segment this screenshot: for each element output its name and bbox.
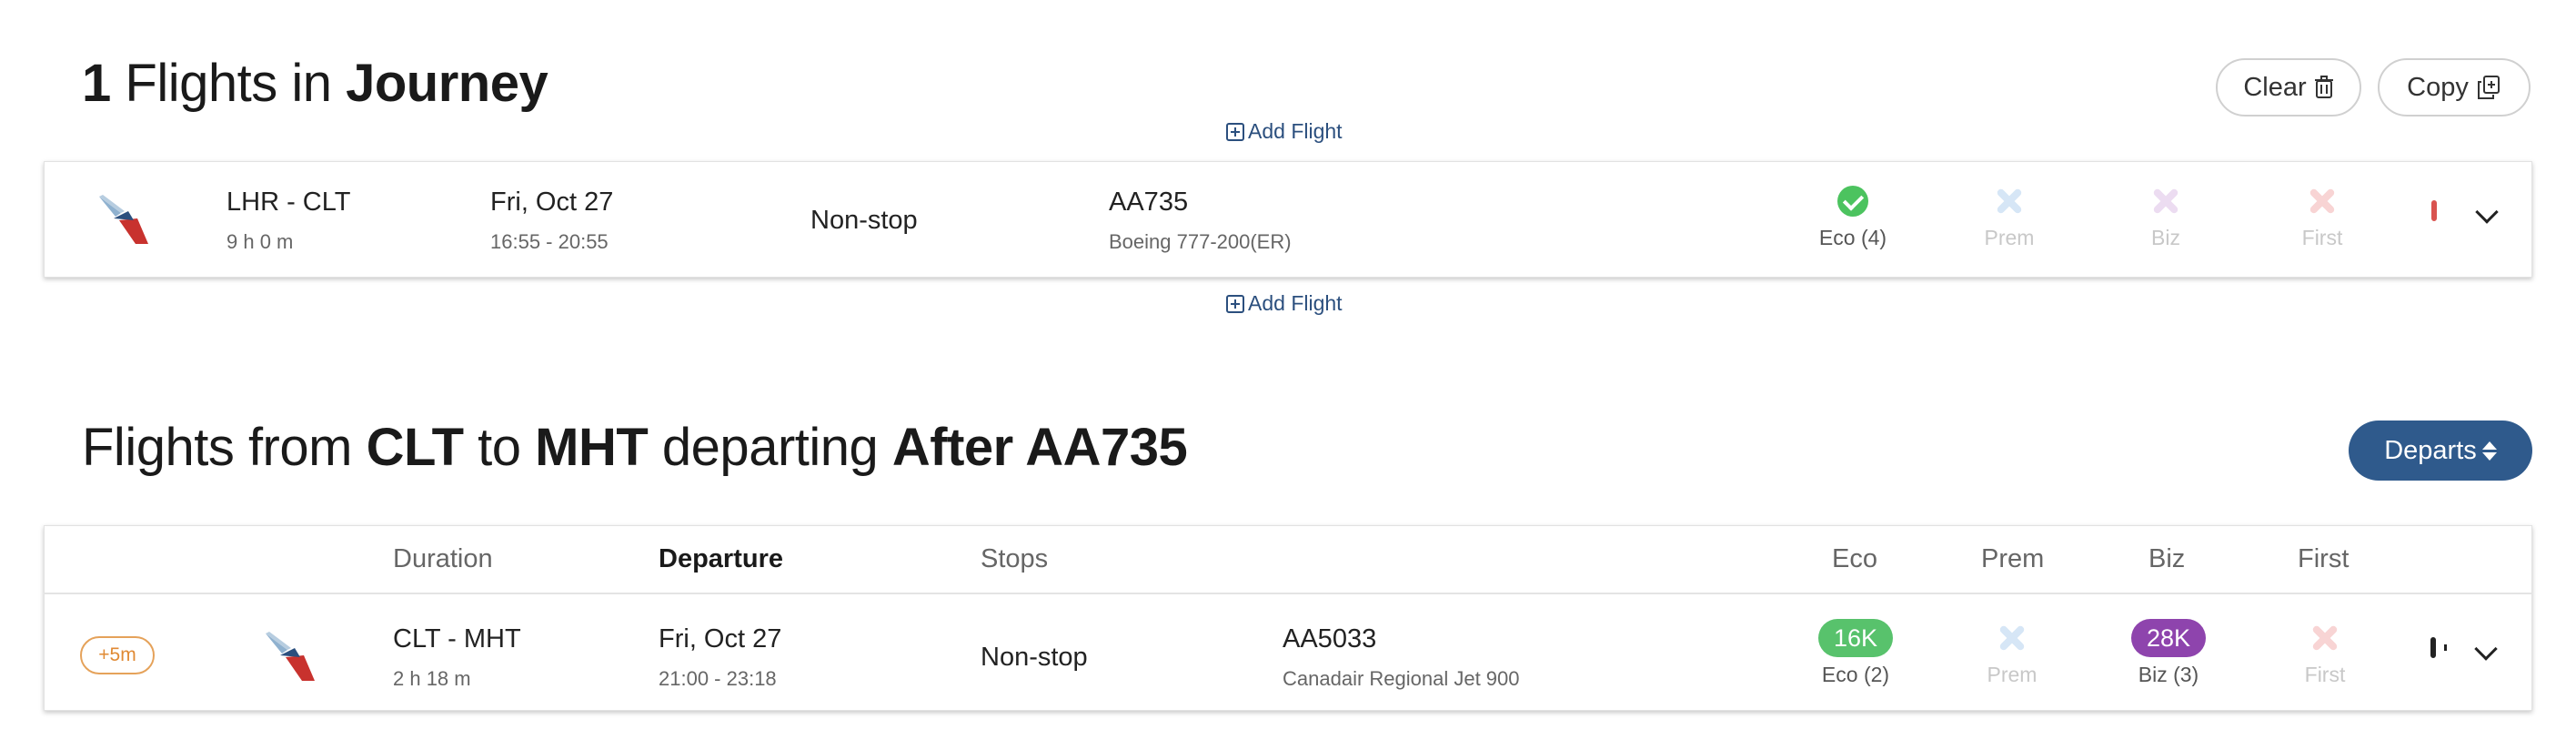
journey-aircraft: Boeing 777-200(ER)	[1109, 230, 1292, 253]
add-flight-label: Add Flight	[1248, 291, 1343, 315]
results-origin: CLT	[366, 418, 464, 477]
copy-button[interactable]: Copy	[2378, 58, 2531, 117]
copy-label: Copy	[2407, 72, 2469, 102]
x-icon	[1997, 623, 2028, 654]
result-cabin-first-label: First	[2304, 663, 2346, 686]
chevron-down-icon[interactable]	[2475, 200, 2499, 224]
journey-cabin-biz-label: Biz	[2151, 226, 2180, 249]
add-to-journey-button[interactable]	[2430, 637, 2436, 658]
result-route: CLT - MHT	[393, 624, 521, 654]
result-cabin-biz-label: Biz (3)	[2138, 663, 2199, 686]
result-cabin-eco[interactable]: 16K Eco (2)	[1801, 619, 1910, 687]
journey-route-block: LHR - CLT 9 h 0 m	[226, 188, 350, 254]
header-first[interactable]: First	[2298, 544, 2349, 574]
results-after: After AA735	[891, 418, 1188, 477]
copy-icon	[2477, 76, 2500, 99]
journey-stops: Non-stop	[810, 206, 918, 235]
result-cabin-eco-label: Eco (2)	[1821, 663, 1890, 686]
table-header-divider	[44, 593, 2532, 594]
american-airlines-logo	[266, 632, 315, 681]
x-icon	[1994, 186, 2025, 217]
clear-label: Clear	[2243, 72, 2307, 102]
results-title: Flights from CLT to MHT departing After …	[82, 417, 1188, 478]
journey-cabin-eco-label: Eco (4)	[1818, 226, 1887, 249]
results-title-departing: departing	[661, 418, 879, 477]
journey-flight-number: AA735	[1109, 188, 1189, 217]
header-stops[interactable]: Stops	[981, 544, 1048, 574]
american-airlines-logo	[99, 195, 148, 244]
results-destination: MHT	[535, 418, 649, 477]
journey-title: 1 Flights in Journey	[82, 53, 548, 114]
result-flight-block: AA5033 Canadair Regional Jet 900	[1283, 624, 1520, 691]
journey-cabin-first-label: First	[2301, 226, 2343, 249]
result-cabin-prem: Prem	[1957, 623, 2067, 687]
result-aircraft: Canadair Regional Jet 900	[1283, 667, 1520, 690]
results-title-pre: Flights from	[82, 418, 352, 477]
time-difference-badge: +5m	[80, 636, 155, 674]
result-cabin-biz[interactable]: 28K Biz (3)	[2114, 619, 2223, 687]
header-prem[interactable]: Prem	[1981, 544, 2044, 574]
result-stops: Non-stop	[981, 643, 1088, 672]
x-icon	[2309, 623, 2340, 654]
result-route-block: CLT - MHT 2 h 18 m	[393, 624, 521, 691]
sort-icon	[2481, 441, 2497, 461]
journey-route: LHR - CLT	[226, 188, 351, 217]
add-flight-link-bottom[interactable]: Add Flight	[1226, 291, 1343, 316]
check-circle-icon	[1837, 186, 1868, 217]
result-date-block: Fri, Oct 27 21:00 - 23:18	[659, 624, 781, 691]
journey-date: Fri, Oct 27	[490, 188, 614, 217]
journey-flight-block: AA735 Boeing 777-200(ER)	[1109, 188, 1292, 254]
clear-button[interactable]: Clear	[2216, 58, 2361, 117]
add-flight-label: Add Flight	[1248, 119, 1343, 143]
journey-cabin-prem: Prem	[1955, 186, 2064, 250]
journey-cabin-eco[interactable]: Eco (4)	[1798, 186, 1907, 250]
x-icon	[2150, 186, 2181, 217]
journey-cabin-first: First	[2268, 186, 2377, 250]
trash-icon	[2314, 76, 2333, 98]
eco-price-pill[interactable]: 16K	[1818, 619, 1893, 657]
result-cabin-first: First	[2270, 623, 2380, 687]
x-icon	[2307, 186, 2338, 217]
journey-cabin-biz: Biz	[2111, 186, 2220, 250]
plus-square-icon	[1226, 122, 1244, 141]
add-flight-link-top[interactable]: Add Flight	[1226, 119, 1343, 144]
journey-cabin-prem-label: Prem	[1984, 226, 2035, 249]
header-biz[interactable]: Biz	[2148, 544, 2185, 574]
sort-departs-button[interactable]: Departs	[2349, 421, 2532, 481]
result-duration: 2 h 18 m	[393, 667, 471, 690]
biz-price-pill[interactable]: 28K	[2131, 619, 2206, 657]
header-duration[interactable]: Duration	[393, 544, 493, 574]
journey-title-bold: Journey	[346, 54, 548, 113]
journey-count: 1	[82, 54, 111, 113]
sort-label: Departs	[2384, 435, 2477, 465]
result-flight-number: AA5033	[1283, 624, 1377, 654]
result-date: Fri, Oct 27	[659, 624, 782, 654]
header-departure[interactable]: Departure	[659, 544, 783, 574]
plus-square-icon	[1226, 294, 1244, 313]
header-eco[interactable]: Eco	[1832, 544, 1877, 574]
journey-flight-card[interactable]: LHR - CLT 9 h 0 m Fri, Oct 27 16:55 - 20…	[44, 161, 2532, 278]
journey-times: 16:55 - 20:55	[490, 230, 609, 253]
result-cabin-prem-label: Prem	[1987, 663, 2038, 686]
result-times: 21:00 - 23:18	[659, 667, 777, 690]
journey-title-mid: Flights in	[125, 54, 332, 113]
results-title-to: to	[478, 418, 521, 477]
journey-duration: 9 h 0 m	[226, 230, 294, 253]
remove-flight-button[interactable]	[2431, 200, 2437, 221]
journey-date-block: Fri, Oct 27 16:55 - 20:55	[490, 188, 613, 254]
